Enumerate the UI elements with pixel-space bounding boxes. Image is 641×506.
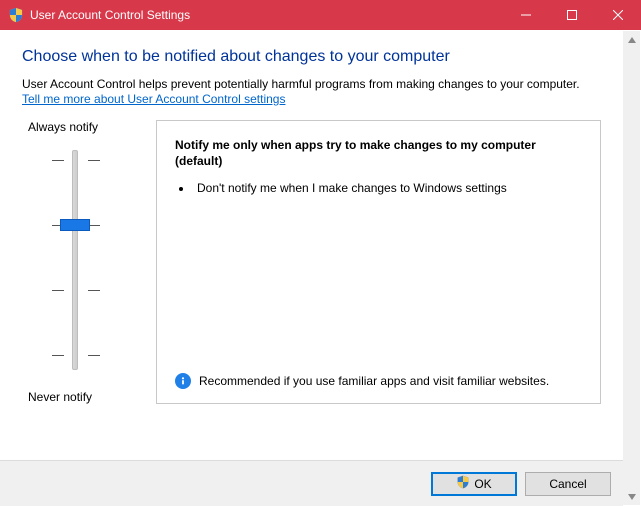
slider-label-bottom: Never notify bbox=[28, 390, 152, 404]
vertical-scrollbar[interactable] bbox=[623, 31, 640, 505]
help-link[interactable]: Tell me more about User Account Control … bbox=[22, 92, 285, 106]
recommendation: Recommended if you use familiar apps and… bbox=[175, 373, 582, 389]
scrollbar-thumb[interactable] bbox=[623, 48, 640, 488]
minimize-button[interactable] bbox=[503, 0, 549, 30]
slider-column: Always notify Never notify bbox=[22, 120, 152, 404]
level-description-panel: Notify me only when apps try to make cha… bbox=[156, 120, 601, 404]
uac-shield-icon bbox=[8, 7, 24, 23]
slider-label-top: Always notify bbox=[28, 120, 152, 134]
slider-thumb[interactable] bbox=[60, 219, 90, 231]
content-area: Choose when to be notified about changes… bbox=[0, 30, 641, 506]
ok-button[interactable]: OK bbox=[431, 472, 517, 496]
page-heading: Choose when to be notified about changes… bbox=[22, 48, 601, 66]
level-bullet: Don't notify me when I make changes to W… bbox=[193, 180, 582, 196]
main-panel: Choose when to be notified about changes… bbox=[0, 30, 623, 506]
uac-shield-icon bbox=[456, 475, 470, 492]
titlebar: User Account Control Settings bbox=[0, 0, 641, 30]
info-icon bbox=[175, 373, 191, 389]
cancel-button[interactable]: Cancel bbox=[525, 472, 611, 496]
uac-slider[interactable] bbox=[22, 140, 152, 380]
recommendation-text: Recommended if you use familiar apps and… bbox=[199, 373, 549, 389]
ok-button-label: OK bbox=[474, 477, 491, 491]
level-bullet-list: Don't notify me when I make changes to W… bbox=[193, 180, 582, 196]
dialog-footer: OK Cancel bbox=[0, 460, 623, 506]
window-title: User Account Control Settings bbox=[30, 8, 503, 22]
close-button[interactable] bbox=[595, 0, 641, 30]
cancel-button-label: Cancel bbox=[549, 477, 586, 491]
level-title: Notify me only when apps try to make cha… bbox=[175, 137, 582, 169]
maximize-button[interactable] bbox=[549, 0, 595, 30]
scroll-up-arrow[interactable] bbox=[623, 31, 640, 48]
scroll-down-arrow[interactable] bbox=[623, 488, 640, 505]
description-text: User Account Control helps prevent poten… bbox=[22, 76, 601, 92]
